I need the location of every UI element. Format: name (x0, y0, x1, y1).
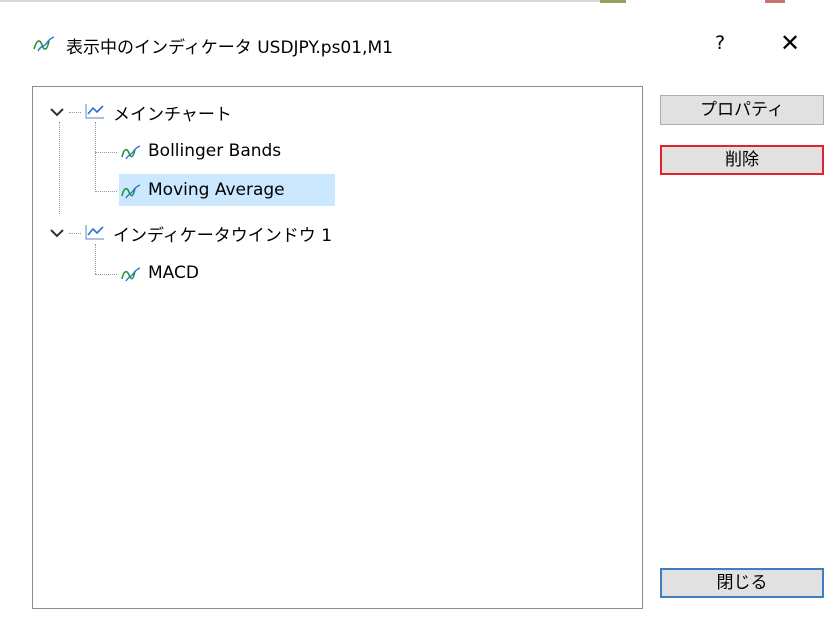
properties-button[interactable]: プロパティ (660, 95, 824, 125)
tree-connector (59, 122, 60, 214)
close-button[interactable]: 閉じる (660, 568, 824, 598)
indicator-icon (33, 36, 55, 52)
tree-connector (95, 152, 117, 153)
tree-connector (69, 112, 81, 113)
chart-window-icon (85, 225, 104, 240)
chevron-down-icon[interactable] (49, 227, 65, 239)
indicator-icon (121, 184, 141, 199)
tree-connector (95, 274, 117, 275)
delete-button[interactable]: 削除 (660, 145, 824, 175)
indicator-icon (121, 145, 141, 160)
chevron-down-icon[interactable] (49, 106, 65, 118)
indicator-icon (121, 267, 141, 282)
close-window-button[interactable]: ✕ (770, 23, 810, 63)
tree-group-main-chart[interactable]: メインチャート (113, 100, 232, 125)
tree-connector (95, 122, 96, 192)
tree-group-indicator-window[interactable]: インディケータウインドウ 1 (113, 221, 332, 246)
dialog-title: 表示中のインディケータ USDJPY.ps01,M1 (66, 38, 393, 58)
tree-connector (69, 233, 81, 234)
chart-window-icon (85, 104, 104, 119)
tree-item-moving-average[interactable]: Moving Average (148, 180, 285, 200)
tree-connector (95, 244, 96, 274)
tree-connector (95, 191, 117, 192)
tree-item-macd[interactable]: MACD (148, 263, 199, 283)
dialog-titlebar: 表示中のインディケータ USDJPY.ps01,M1 ? ✕ (0, 3, 833, 83)
indicator-tree[interactable]: メインチャート Bollinger Bands Moving Average イ… (32, 86, 643, 609)
background-divider (0, 0, 600, 2)
help-button[interactable]: ? (700, 23, 740, 63)
tree-item-bollinger-bands[interactable]: Bollinger Bands (148, 141, 281, 161)
